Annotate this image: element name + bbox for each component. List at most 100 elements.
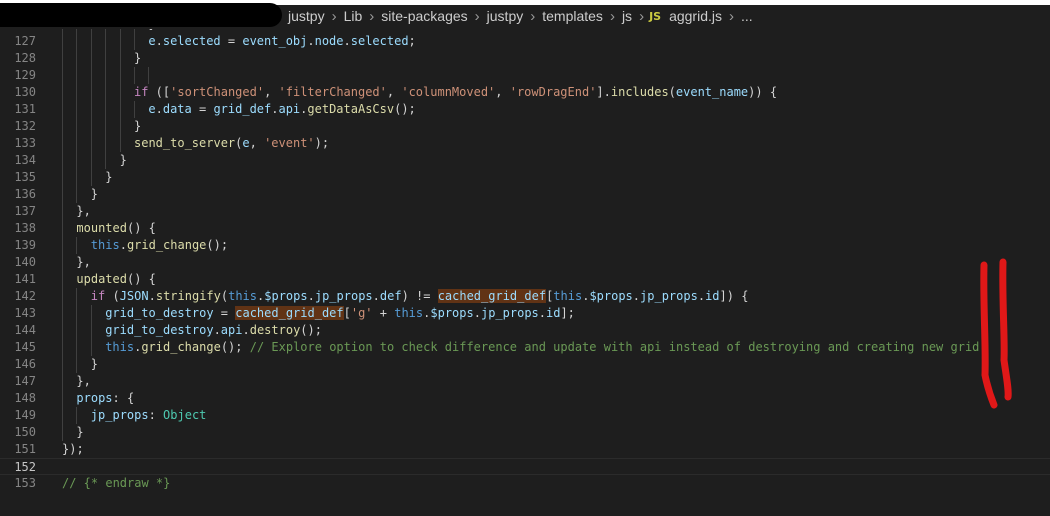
annotation-stroke-left bbox=[980, 261, 998, 409]
line-code: } bbox=[91, 186, 98, 203]
code-token: . bbox=[372, 289, 380, 303]
chevron-right-icon: › bbox=[609, 7, 615, 25]
code-line[interactable]: 128} bbox=[0, 50, 1050, 67]
line-code: }, bbox=[76, 203, 90, 220]
line-code: mounted() { bbox=[76, 220, 155, 237]
code-line[interactable]: 148 props: { bbox=[0, 390, 1050, 407]
code-token: ([ bbox=[148, 85, 171, 99]
line-code: grid_to_destroy.api.destroy(); bbox=[105, 322, 322, 339]
code-token: // {* endraw *} bbox=[62, 476, 171, 490]
code-line[interactable]: 131 e.data = grid_def.api.getDataAsCsv(); bbox=[0, 101, 1050, 118]
code-token: }, bbox=[76, 255, 91, 269]
indent-guide bbox=[105, 29, 107, 169]
breadcrumb-item[interactable]: js bbox=[620, 8, 634, 24]
code-token: send_to_server bbox=[134, 136, 236, 150]
line-code: } bbox=[134, 50, 141, 67]
code-token: def bbox=[379, 289, 402, 303]
line-code: props: { bbox=[76, 390, 134, 407]
code-line[interactable]: 132} bbox=[0, 118, 1050, 135]
code-line[interactable]: 127 e.selected = event_obj.node.selected; bbox=[0, 33, 1050, 50]
code-line[interactable]: 135} bbox=[0, 169, 1050, 186]
code-token: () { bbox=[126, 272, 156, 286]
chevron-right-icon: › bbox=[729, 7, 734, 25]
code-token: = bbox=[191, 102, 214, 116]
line-number: 129 bbox=[14, 68, 36, 82]
code-line[interactable]: 140}, bbox=[0, 254, 1050, 271]
breadcrumb-item[interactable]: justpy bbox=[286, 8, 327, 24]
code-line[interactable]: 143 grid_to_destroy = cached_grid_def['g'… bbox=[0, 305, 1050, 322]
code-token: getDataAsCsv bbox=[307, 102, 395, 116]
code-token: jp_props bbox=[480, 306, 539, 320]
code-token: api bbox=[220, 323, 243, 337]
code-line[interactable]: 152 bbox=[0, 458, 1050, 475]
code-line[interactable]: 150} bbox=[0, 424, 1050, 441]
code-token: cached_grid_def bbox=[437, 289, 547, 303]
redacted-path-mark bbox=[0, 3, 282, 27]
indent-guide bbox=[76, 407, 78, 424]
line-code: } bbox=[105, 169, 112, 186]
line-number: 136 bbox=[14, 187, 36, 201]
code-line[interactable]: 133 send_to_server(e, 'event'); bbox=[0, 135, 1050, 152]
indent-guide bbox=[76, 29, 78, 203]
code-line[interactable]: 145 this.grid_change(); // Explore option… bbox=[0, 339, 1050, 356]
code-line[interactable]: 130 if (['sortChanged', 'filterChanged', … bbox=[0, 84, 1050, 101]
code-token: $props bbox=[430, 306, 474, 320]
line-code: grid_to_destroy = cached_grid_def['g' + … bbox=[105, 305, 575, 322]
code-token: if bbox=[134, 85, 149, 99]
code-token: cached_grid_def bbox=[235, 306, 344, 320]
code-line[interactable]: 137}, bbox=[0, 203, 1050, 220]
indent-guide bbox=[90, 29, 92, 186]
code-line[interactable]: 134} bbox=[0, 152, 1050, 169]
code-line[interactable]: 141 updated() { bbox=[0, 271, 1050, 288]
line-number: 151 bbox=[14, 442, 36, 456]
line-number: 141 bbox=[14, 272, 36, 286]
code-token: , bbox=[264, 85, 279, 99]
annotation-stroke-right bbox=[999, 258, 1012, 401]
code-token: $props bbox=[264, 289, 308, 303]
code-line[interactable]: 142 if (JSON.stringify(this.$props.jp_pro… bbox=[0, 288, 1050, 305]
line-code: jp_props: Object bbox=[91, 407, 207, 424]
line-number: 152 bbox=[14, 460, 36, 474]
breadcrumb-item[interactable]: templates bbox=[540, 8, 605, 24]
code-token: this bbox=[394, 306, 424, 320]
line-number: 132 bbox=[14, 119, 36, 133]
code-line[interactable]: 138 mounted() { bbox=[0, 220, 1050, 237]
breadcrumb-item[interactable]: Lib bbox=[342, 8, 365, 24]
code-line[interactable]: 139 this.grid_change(); bbox=[0, 237, 1050, 254]
code-line[interactable]: 151}); bbox=[0, 441, 1050, 458]
code-token: e bbox=[242, 136, 250, 150]
code-token: . bbox=[697, 289, 706, 303]
code-line[interactable]: 147}, bbox=[0, 373, 1050, 390]
line-number: 143 bbox=[14, 306, 36, 320]
line-code: this.grid_change(); // Explore option to… bbox=[105, 339, 979, 356]
code-line[interactable]: 129 bbox=[0, 67, 1050, 84]
code-token: } bbox=[134, 51, 142, 65]
code-line[interactable]: 146} bbox=[0, 356, 1050, 373]
code-token: 'filterChanged' bbox=[278, 85, 387, 99]
code-line[interactable]: 144 grid_to_destroy.api.destroy(); bbox=[0, 322, 1050, 339]
line-number: 131 bbox=[14, 102, 36, 116]
code-token: , bbox=[249, 136, 265, 150]
code-token: includes bbox=[610, 85, 669, 99]
line-number: 142 bbox=[14, 289, 36, 303]
code-token: 'columnMoved' bbox=[401, 85, 496, 99]
line-code: }, bbox=[76, 373, 90, 390]
code-token: } bbox=[76, 425, 84, 439]
code-line[interactable]: 149 jp_props: Object bbox=[0, 407, 1050, 424]
breadcrumb-symbols[interactable]: ... bbox=[739, 8, 755, 24]
code-editor[interactable]: 126}127e.selected = event_obj.node.selec… bbox=[0, 29, 1050, 516]
code-token: jp_props bbox=[314, 289, 373, 303]
code-token: } bbox=[148, 29, 155, 31]
breadcrumb-item[interactable]: site-packages bbox=[379, 8, 469, 24]
line-code: } bbox=[134, 118, 141, 135]
breadcrumb-item[interactable]: justpy bbox=[485, 8, 526, 24]
code-line[interactable]: 153 // {* endraw *} bbox=[0, 475, 1050, 492]
breadcrumb-file[interactable]: aggrid.js bbox=[667, 8, 724, 24]
code-line[interactable]: 136} bbox=[0, 186, 1050, 203]
indent-guide bbox=[119, 29, 121, 152]
code-token: ]; bbox=[560, 306, 575, 320]
line-number: 148 bbox=[14, 391, 36, 405]
chevron-right-icon: › bbox=[369, 7, 375, 25]
line-code: e.data = grid_def.api.getDataAsCsv(); bbox=[148, 101, 415, 118]
line-number: 153 bbox=[14, 476, 36, 490]
